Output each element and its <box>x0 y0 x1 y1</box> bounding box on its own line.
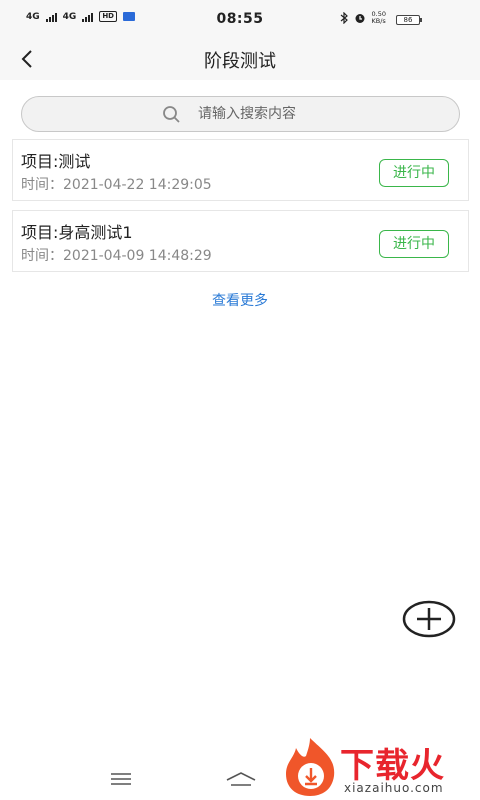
item-title: 项目:身高测试1 <box>21 223 133 242</box>
plus-circle-icon <box>402 600 456 638</box>
network-speed: 0.50 KB/s <box>371 10 386 25</box>
search-icon <box>163 106 180 123</box>
bluetooth-icon <box>340 12 348 24</box>
home-icon <box>226 772 256 786</box>
test-item-card[interactable]: 项目:身高测试1 时间：2021-04-09 14:48:29 进行中 <box>12 210 469 272</box>
battery-level: 86 <box>403 16 413 24</box>
status-right: 0.50 KB/s <box>340 11 386 25</box>
item-title: 项目:测试 <box>21 152 91 171</box>
item-time-value: 2021-04-22 14:29:05 <box>63 177 212 193</box>
watermark: 下载火 xiazaihuo.com <box>282 736 480 800</box>
test-item-card[interactable]: 项目:测试 时间：2021-04-22 14:29:05 进行中 <box>12 139 469 201</box>
item-time: 时间：2021-04-22 14:29:05 <box>21 174 212 194</box>
item-time-label: 时间： <box>21 177 63 193</box>
item-time-value: 2021-04-09 14:48:29 <box>63 248 212 264</box>
app-bar: 阶段测试 <box>0 38 480 80</box>
add-button[interactable] <box>402 600 456 638</box>
battery-icon: 86 <box>396 15 422 25</box>
page-title: 阶段测试 <box>204 51 276 72</box>
watermark-url: xiazaihuo.com <box>344 781 444 795</box>
home-button[interactable] <box>224 770 258 788</box>
status-badge: 进行中 <box>379 159 449 187</box>
status-bar: 4G 4G HD 08:55 0.50 KB/s 86 <box>0 0 480 38</box>
search-input[interactable] <box>198 104 398 124</box>
view-more-link[interactable]: 查看更多 <box>0 290 480 310</box>
flame-download-icon <box>286 738 335 796</box>
menu-button[interactable] <box>109 770 133 788</box>
menu-icon <box>111 773 131 785</box>
watermark-text: 下载火 <box>340 746 445 786</box>
alarm-icon <box>355 14 365 23</box>
search-bar[interactable] <box>21 96 460 132</box>
status-badge: 进行中 <box>379 230 449 258</box>
item-time: 时间：2021-04-09 14:48:29 <box>21 245 212 265</box>
item-time-label: 时间： <box>21 248 63 264</box>
